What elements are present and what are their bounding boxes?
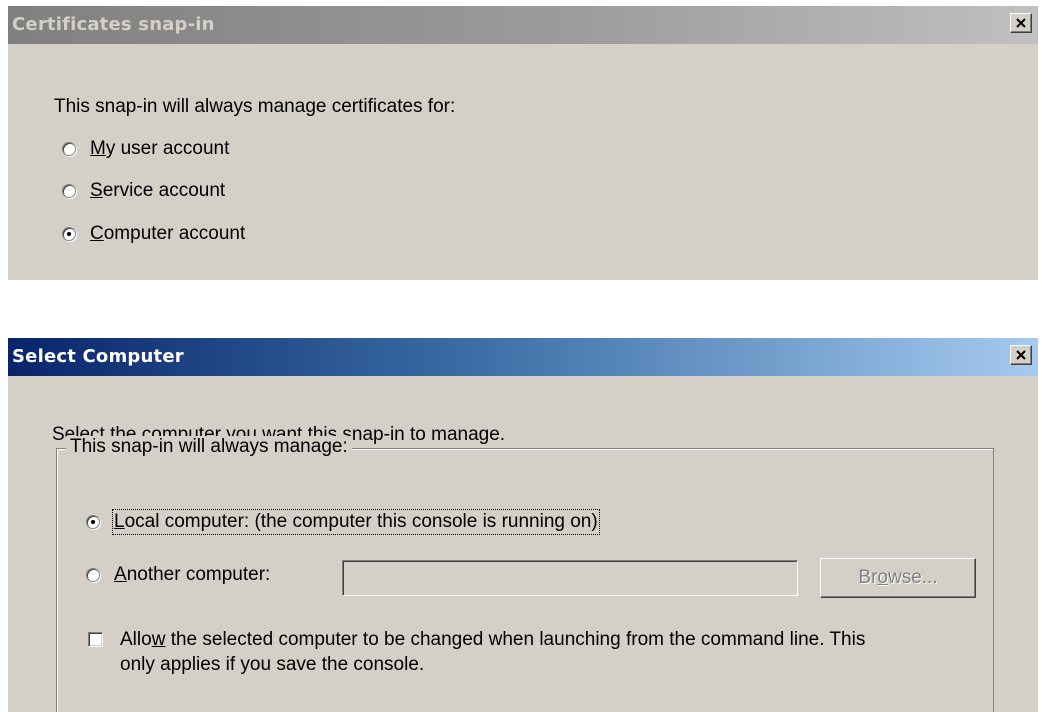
radio-button-selected[interactable] [62,227,76,241]
radio-label[interactable]: Local computer: (the computer this conso… [112,509,600,535]
dialog-title: Certificates snap-in [12,14,215,35]
close-x-icon [1016,18,1026,28]
radio-label[interactable]: Another computer: [114,564,270,586]
checkbox-label[interactable]: Allow the selected computer to be change… [120,629,865,651]
certificates-snapin-dialog: Certificates snap-in This snap-in will a… [8,6,1038,280]
close-button[interactable] [1010,13,1032,33]
radio-label[interactable]: Computer account [90,223,245,245]
radio-button[interactable] [86,568,100,582]
title-bar: Certificates snap-in [8,6,1038,44]
select-computer-dialog: Select Computer Select the computer you … [8,338,1038,712]
close-button[interactable] [1010,345,1032,365]
radio-button[interactable] [62,184,76,198]
close-x-icon [1016,350,1026,360]
radio-button[interactable] [62,142,76,156]
radio-label[interactable]: Service account [90,180,225,202]
radio-label[interactable]: My user account [90,138,229,160]
groupbox-label: This snap-in will always manage: [66,436,352,458]
radio-button-selected[interactable] [86,515,100,529]
allow-change-checkbox[interactable] [88,632,103,647]
browse-button[interactable]: Browse... [820,558,976,598]
checkbox-label-line2[interactable]: only applies if you save the console. [120,654,424,676]
computer-name-input[interactable] [342,560,798,596]
title-bar: Select Computer [8,338,1038,376]
manage-prompt: This snap-in will always manage certific… [54,96,456,117]
dialog-title: Select Computer [12,346,184,367]
